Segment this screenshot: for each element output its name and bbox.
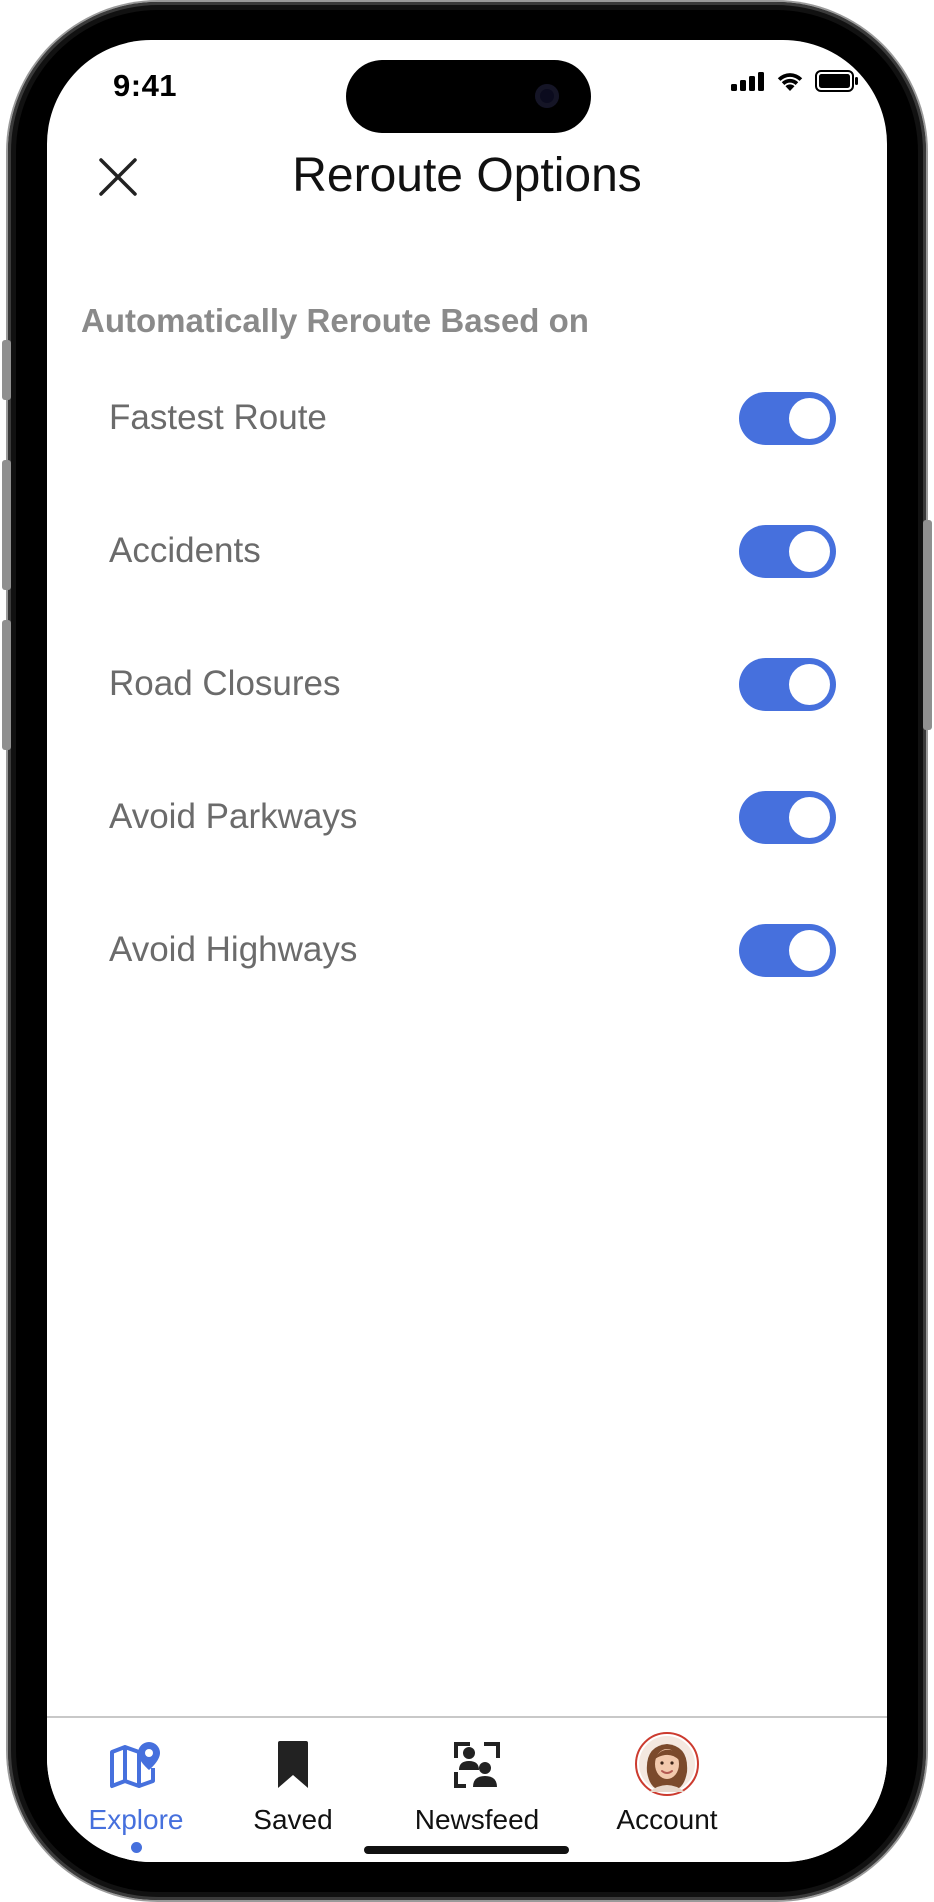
- toggle-knob: [789, 664, 830, 705]
- toggle-switch[interactable]: [739, 924, 836, 977]
- app-screen: 9:41 Reroute Options Automatically Rerou…: [47, 40, 887, 1862]
- home-indicator: [364, 1846, 569, 1854]
- toggle-knob: [789, 797, 830, 838]
- option-label: Accidents: [109, 531, 261, 570]
- tab-label: Explore: [88, 1804, 184, 1835]
- side-button: [923, 520, 932, 730]
- tab-label: Account: [616, 1804, 718, 1835]
- toggle-knob: [789, 930, 830, 971]
- option-label: Road Closures: [109, 664, 341, 703]
- side-button: [2, 460, 11, 590]
- tab-explore[interactable]: Explore: [81, 1718, 191, 1858]
- toggle-switch[interactable]: [739, 658, 836, 711]
- option-accidents: Accidents: [109, 525, 836, 585]
- side-button: [2, 340, 11, 400]
- toggle-knob: [789, 531, 830, 572]
- option-avoid-parkways: Avoid Parkways: [109, 791, 836, 851]
- battery-icon: [815, 70, 858, 92]
- option-label: Avoid Parkways: [109, 797, 358, 836]
- option-road-closures: Road Closures: [109, 658, 836, 718]
- avatar: [635, 1732, 699, 1796]
- people-frame-icon: [454, 1742, 500, 1788]
- active-tab-indicator: [131, 1842, 142, 1853]
- status-icons: [731, 70, 859, 92]
- toggle-switch[interactable]: [739, 525, 836, 578]
- tab-newsfeed[interactable]: Newsfeed: [407, 1718, 547, 1858]
- option-label: Avoid Highways: [109, 930, 358, 969]
- status-time: 9:41: [113, 68, 178, 103]
- tab-label: Saved: [253, 1804, 333, 1835]
- side-button: [2, 620, 11, 750]
- bookmark-icon: [278, 1741, 308, 1788]
- tab-account[interactable]: Account: [607, 1718, 727, 1858]
- option-label: Fastest Route: [109, 398, 327, 437]
- section-label: Automatically Reroute Based on: [81, 302, 589, 339]
- cellular-signal-icon: [731, 72, 764, 91]
- option-avoid-highways: Avoid Highways: [109, 924, 836, 984]
- option-fastest-route: Fastest Route: [109, 392, 836, 452]
- wifi-icon: [777, 73, 803, 91]
- tab-saved[interactable]: Saved: [243, 1718, 343, 1858]
- bottom-tab-bar: Explore Saved Newsfeed Account: [47, 1716, 887, 1862]
- page-title: Reroute Options: [292, 149, 642, 202]
- dynamic-island: [346, 60, 591, 133]
- toggle-switch[interactable]: [739, 392, 836, 445]
- toggle-knob: [789, 398, 830, 439]
- front-camera: [535, 84, 559, 108]
- tab-label: Newsfeed: [414, 1804, 540, 1835]
- toggle-switch[interactable]: [739, 791, 836, 844]
- map-pin-icon: [110, 1742, 160, 1788]
